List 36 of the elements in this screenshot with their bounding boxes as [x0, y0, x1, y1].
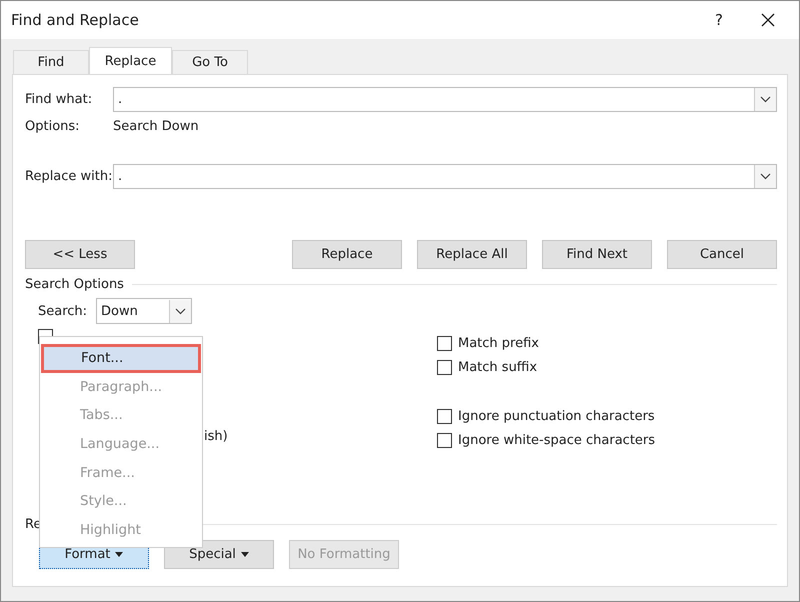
caret-icon — [115, 552, 124, 557]
dialog-button[interactable]: Replace — [292, 240, 402, 269]
field-label: Replace with: — [25, 169, 113, 184]
chevron-down-icon — [760, 173, 771, 180]
tab[interactable]: Go To — [172, 50, 248, 74]
group-title: Search Options — [25, 276, 124, 292]
dialog-button[interactable]: Find Next — [542, 240, 652, 269]
checkbox-label: Match prefix — [458, 336, 539, 350]
checkbox-label: Ignore punctuation characters — [458, 408, 655, 424]
checkbox[interactable] — [437, 360, 452, 374]
window-title: Find and Replace — [11, 11, 140, 29]
dialog-button[interactable]: << Less — [25, 240, 135, 269]
menu-item[interactable]: Font... — [41, 344, 201, 373]
help-button[interactable]: ? — [715, 11, 723, 29]
find-what-field[interactable]: . — [113, 87, 777, 112]
chevron-down-icon — [760, 96, 771, 103]
search-label: Search: — [38, 304, 88, 318]
checkbox-label: Match suffix — [458, 360, 538, 374]
tab[interactable]: Replace — [89, 47, 172, 74]
chevron-down-icon — [175, 308, 186, 314]
dialog-button[interactable]: Special — [164, 540, 274, 569]
field-label: Options: — [25, 118, 81, 134]
replace-with-field[interactable]: . — [113, 164, 777, 189]
option-label: ish) — [204, 429, 228, 444]
checkbox[interactable] — [437, 408, 452, 424]
field-label: Find what: — [25, 92, 94, 107]
dialog-button[interactable]: Replace All — [417, 240, 527, 269]
options-value: Search Down — [113, 118, 199, 134]
caret-icon — [240, 552, 249, 557]
tab[interactable]: Find — [13, 50, 89, 74]
search-direction-dropdown[interactable]: Down — [96, 298, 192, 324]
checkbox[interactable] — [437, 336, 452, 350]
checkbox[interactable] — [437, 432, 452, 448]
close-icon[interactable] — [761, 13, 775, 27]
checkbox-label: Ignore white-space characters — [458, 432, 656, 448]
dialog-button[interactable]: Cancel — [667, 240, 777, 269]
